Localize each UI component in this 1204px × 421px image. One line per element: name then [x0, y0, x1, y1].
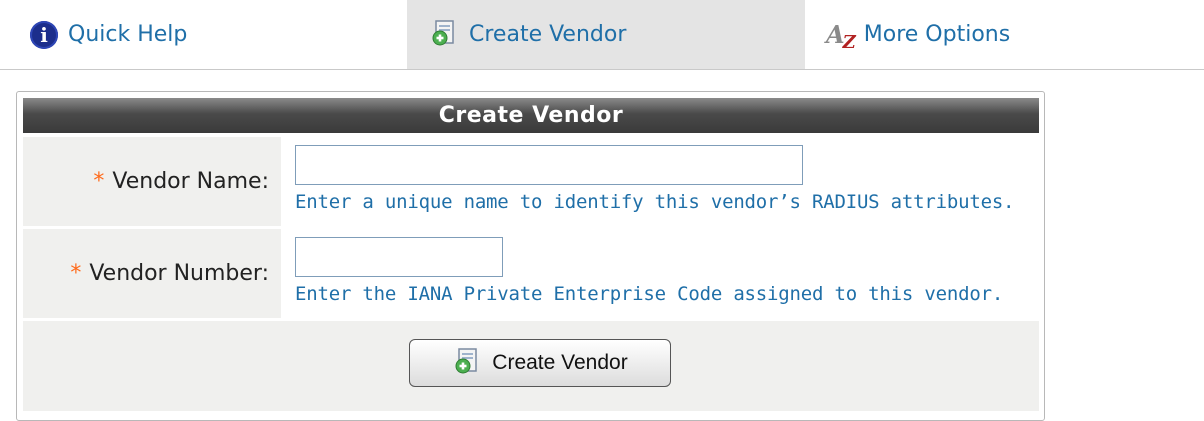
vendor-name-row: * Vendor Name: Enter a unique name to id…: [23, 137, 1039, 226]
required-marker: *: [70, 261, 82, 286]
vendor-number-row: * Vendor Number: Enter the IANA Private …: [23, 229, 1039, 318]
create-vendor-button[interactable]: Create Vendor: [409, 339, 671, 387]
vendor-name-input[interactable]: [295, 145, 803, 185]
add-document-icon: [452, 345, 482, 381]
tab-quick-help[interactable]: i Quick Help: [30, 0, 187, 69]
vendor-name-label: Vendor Name:: [112, 169, 269, 194]
vendor-number-hint: Enter the IANA Private Enterprise Code a…: [295, 283, 1004, 305]
vendor-number-field-cell: Enter the IANA Private Enterprise Code a…: [285, 229, 1039, 318]
vendor-number-label: Vendor Number:: [89, 261, 269, 286]
info-icon: i: [30, 20, 58, 49]
vendor-name-field-cell: Enter a unique name to identify this ven…: [285, 137, 1039, 226]
tab-create-vendor[interactable]: Create Vendor: [407, 0, 805, 69]
add-document-icon: [429, 17, 459, 53]
panel-title: Create Vendor: [23, 98, 1039, 133]
create-vendor-panel: Create Vendor * Vendor Name: Enter a uni…: [16, 91, 1045, 421]
create-vendor-button-label: Create Vendor: [492, 351, 628, 374]
button-row: Create Vendor: [23, 321, 1039, 411]
tab-quick-help-label: Quick Help: [68, 22, 188, 47]
tab-create-vendor-label: Create Vendor: [469, 22, 627, 47]
vendor-number-label-cell: * Vendor Number:: [23, 229, 281, 318]
az-sort-icon: AZ: [826, 20, 856, 53]
tab-more-options[interactable]: AZ More Options: [826, 0, 1010, 69]
required-marker: *: [93, 169, 105, 194]
vendor-number-input[interactable]: [295, 237, 503, 277]
tab-more-options-label: More Options: [863, 22, 1011, 47]
vendor-name-label-cell: * Vendor Name:: [23, 137, 281, 226]
vendor-name-hint: Enter a unique name to identify this ven…: [295, 191, 1015, 213]
top-tab-bar: i Quick Help Create Vendor AZ More Optio…: [0, 0, 1204, 70]
